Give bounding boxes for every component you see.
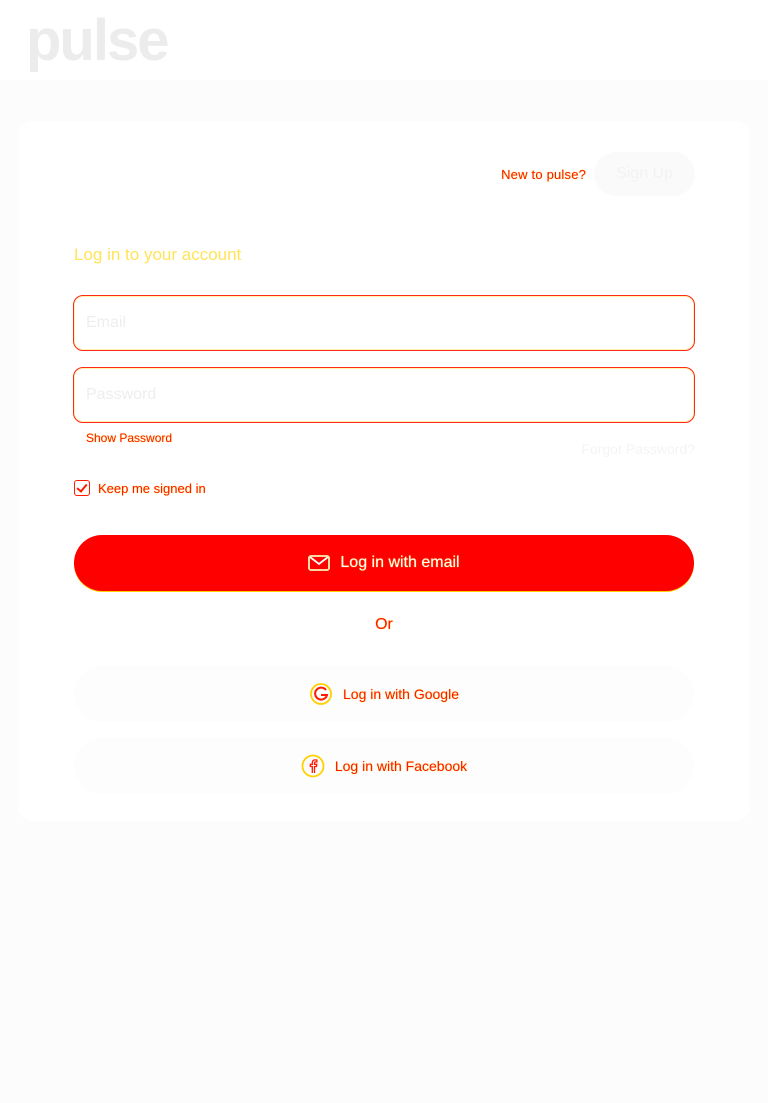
forgot-password-link[interactable]: Forgot Password? [581,441,695,457]
email-field-wrapper [73,295,695,351]
login-with-google-button[interactable]: Log in with Google [74,666,694,722]
login-with-facebook-label: Log in with Facebook [334,758,468,774]
keep-signed-in-label[interactable]: Keep me signed in [98,481,206,496]
pulse-logo[interactable]: pulse [26,6,169,76]
login-with-google-label: Log in with Google [343,686,459,702]
top-bar: pulse [0,0,768,80]
keep-signed-in-checkbox[interactable] [74,480,90,496]
login-with-email-button[interactable]: Log in with email [74,535,694,591]
password-field-wrapper [73,367,695,423]
password-field[interactable] [74,368,694,422]
login-with-email-label: Log in with email [340,554,460,571]
login-with-facebook-button[interactable]: Log in with Facebook [74,738,694,794]
email-field[interactable] [74,296,694,350]
login-card: New to pulse? Sign Up Log in to your acc… [18,121,750,821]
or-divider: Or [375,616,393,633]
envelope-icon [308,555,331,571]
login-heading: Log in to your account [74,245,242,264]
new-to-pulse-text: New to pulse? [501,166,587,182]
sign-up-button[interactable]: Sign Up [594,152,695,196]
show-password-toggle[interactable]: Show Password [86,431,172,445]
signup-row: New to pulse? Sign Up [501,152,695,196]
facebook-icon [301,754,325,778]
keep-signed-in-row: Keep me signed in [74,480,206,496]
google-icon [309,682,333,706]
